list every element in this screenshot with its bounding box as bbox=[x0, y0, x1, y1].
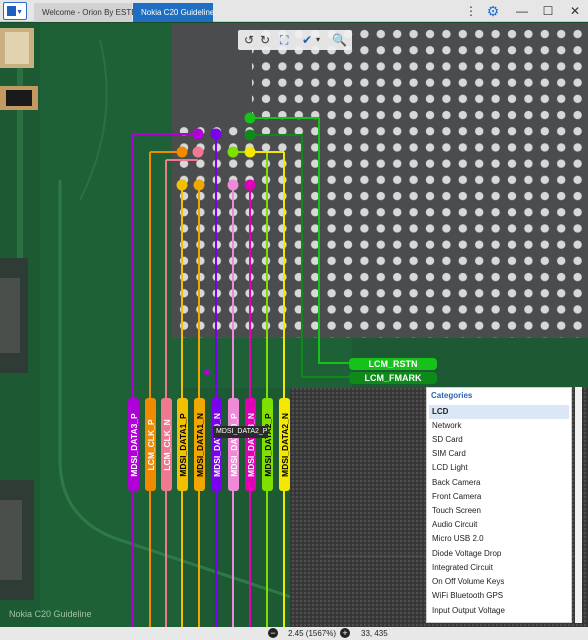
signal-label-text: MDSI_DATA0_N bbox=[211, 412, 222, 477]
more-options-icon[interactable]: ⋮ bbox=[464, 0, 478, 22]
signal-label-text: MDSI_DATA2_P bbox=[262, 412, 273, 477]
tab-nokia-c20-guideline[interactable]: Nokia C20 Guideline bbox=[133, 3, 214, 22]
status-bar: − 2.45 (1567%) + 33, 435 bbox=[0, 627, 588, 640]
panel-scrollbar[interactable] bbox=[575, 387, 582, 623]
signal-label-text: MDSI_DATA1_N bbox=[194, 412, 205, 477]
chevron-down-icon[interactable]: ▾ bbox=[316, 32, 320, 48]
search-icon[interactable]: 🔍 bbox=[332, 32, 347, 48]
view-toolbar: ↺ ↻ ⛶ ✔ ▾ 🔍 bbox=[238, 30, 352, 50]
cursor-coords-text: 33, 435 bbox=[361, 629, 388, 638]
fit-to-screen-icon[interactable]: ⛶ bbox=[280, 32, 288, 48]
settings-gear-icon[interactable]: ⚙ bbox=[484, 0, 502, 22]
signal-label-text: MDSI_DATA1_P bbox=[177, 412, 188, 477]
check-select-icon[interactable]: ✔ bbox=[302, 32, 312, 48]
rotate-left-icon[interactable]: ↺ bbox=[244, 32, 254, 48]
category-item-diode-voltage-drop[interactable]: Diode Voltage Drop bbox=[429, 547, 569, 561]
zoom-out-button[interactable]: − bbox=[268, 628, 278, 638]
zoom-level-text: 2.45 (1567%) bbox=[288, 629, 337, 638]
minimize-button[interactable]: — bbox=[511, 0, 533, 22]
app-logo-icon bbox=[7, 6, 16, 16]
signal-label-mdsi-data3-p[interactable]: MDSI_DATA3_P bbox=[128, 398, 139, 491]
signal-label-text: LCM_CLK_N bbox=[161, 418, 172, 471]
chevron-down-icon: ▼ bbox=[16, 9, 23, 16]
tab-welcome[interactable]: Welcome - Orion By ESTECH bbox=[34, 3, 148, 22]
category-item-wifi-bluetooth-gps[interactable]: WiFi Bluetooth GPS bbox=[429, 589, 569, 603]
signal-label-mdsi-data0-p[interactable]: MDSI_DATA0_P bbox=[228, 398, 239, 491]
category-item-sim-card[interactable]: SIM Card bbox=[429, 447, 569, 461]
signal-label-text: MDSI_DATA3_N bbox=[245, 412, 256, 477]
signal-label-text: MDSI_DATA0_P bbox=[228, 412, 239, 477]
hover-tooltip: MDSI_DATA2_P bbox=[213, 426, 268, 438]
categories-panel: Categories LCD Network SD Card SIM Card … bbox=[426, 387, 572, 623]
signal-label-lcm-rstn[interactable]: LCM_RSTN bbox=[349, 358, 437, 370]
signal-label-mdsi-data2-p[interactable]: MDSI_DATA2_P bbox=[262, 398, 273, 491]
category-item-integrated-circuit[interactable]: Integrated Circuit bbox=[429, 561, 569, 575]
signal-label-lcm-clk-n[interactable]: LCM_CLK_N bbox=[161, 398, 172, 491]
category-item-input-output-voltage[interactable]: Input Output Voltage bbox=[429, 604, 569, 618]
signal-label-mdsi-data1-p[interactable]: MDSI_DATA1_P bbox=[177, 398, 188, 491]
signal-label-lcm-fmark[interactable]: LCM_FMARK bbox=[349, 372, 437, 384]
signal-label-mdsi-data3-n[interactable]: MDSI_DATA3_N bbox=[245, 398, 256, 491]
category-item-lcd-light[interactable]: LCD Light bbox=[429, 461, 569, 475]
category-item-audio-circuit[interactable]: Audio Circuit bbox=[429, 518, 569, 532]
category-item-network[interactable]: Network bbox=[429, 419, 569, 433]
zoom-in-button[interactable]: + bbox=[340, 628, 350, 638]
category-item-back-camera[interactable]: Back Camera bbox=[429, 476, 569, 490]
maximize-button[interactable]: ☐ bbox=[537, 0, 559, 22]
signal-label-text: MDSI_DATA2_N bbox=[279, 412, 290, 477]
panel-title: Categories bbox=[431, 391, 473, 400]
category-item-front-camera[interactable]: Front Camera bbox=[429, 490, 569, 504]
signal-label-text: MDSI_DATA3_P bbox=[128, 412, 139, 477]
signal-label-mdsi-data2-n[interactable]: MDSI_DATA2_N bbox=[279, 398, 290, 491]
title-bar: ▼ Welcome - Orion By ESTECH Nokia C20 Gu… bbox=[0, 0, 588, 22]
category-item-micro-usb[interactable]: Micro USB 2.0 bbox=[429, 532, 569, 546]
category-item-lcd[interactable]: LCD bbox=[429, 405, 569, 419]
signal-label-text: LCM_CLK_P bbox=[145, 418, 156, 471]
category-item-sd-card[interactable]: SD Card bbox=[429, 433, 569, 447]
signal-label-mdsi-data1-n[interactable]: MDSI_DATA1_N bbox=[194, 398, 205, 491]
signal-label-lcm-clk-p[interactable]: LCM_CLK_P bbox=[145, 398, 156, 491]
category-item-touch-screen[interactable]: Touch Screen bbox=[429, 504, 569, 518]
category-item-on-off-volume-keys[interactable]: On Off Volume Keys bbox=[429, 575, 569, 589]
watermark-text: Nokia C20 Guideline bbox=[9, 609, 92, 619]
app-menu-button[interactable]: ▼ bbox=[3, 2, 27, 20]
rotate-right-icon[interactable]: ↻ bbox=[260, 32, 270, 48]
signal-label-mdsi-data0-n[interactable]: MDSI_DATA0_N bbox=[211, 398, 222, 491]
close-button[interactable]: ✕ bbox=[564, 0, 586, 22]
